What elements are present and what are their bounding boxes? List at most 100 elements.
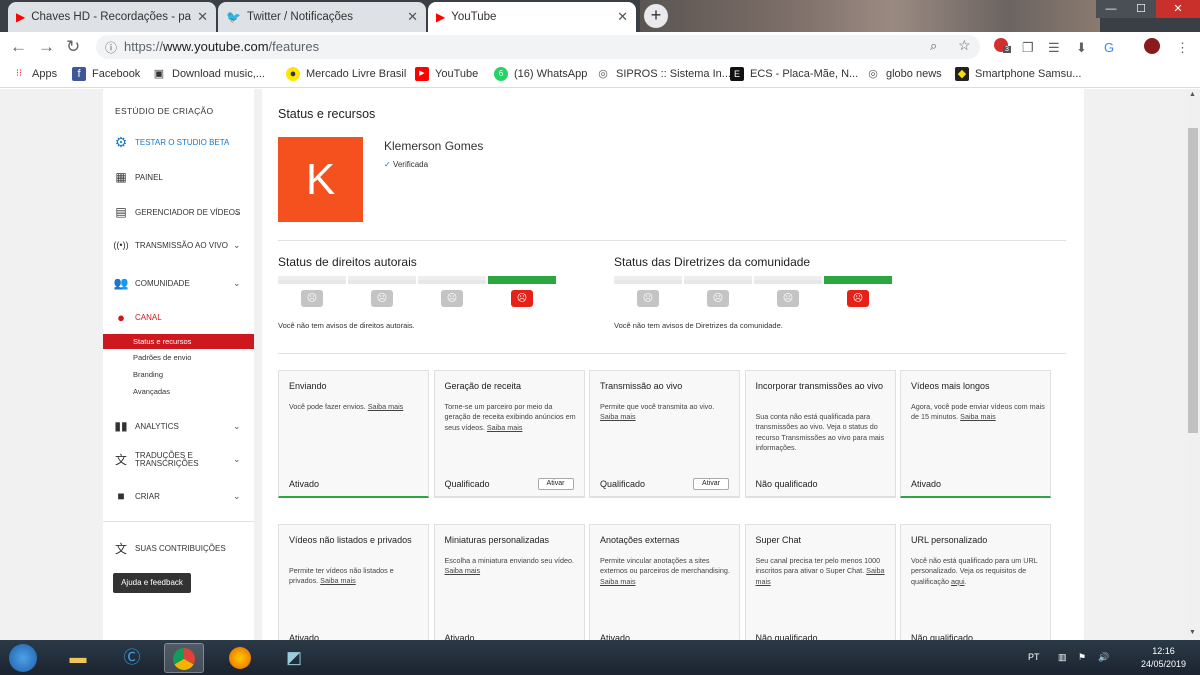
tab-youtube[interactable]: ▶ YouTube ✕ xyxy=(428,2,636,32)
sidebar-item-create[interactable]: ■ CRIAR ⌄ xyxy=(113,489,253,503)
dashboard-icon: ▦ xyxy=(115,170,127,184)
tab-chaves[interactable]: ▶ Chaves HD - Recordações - parte ✕ xyxy=(8,2,216,32)
activate-button[interactable]: Ativar xyxy=(693,478,729,490)
sidebar-item-contributions[interactable]: 文 SUAS CONTRIBUIÇÕES xyxy=(113,540,226,557)
menu-kebab-icon[interactable]: ⋮ xyxy=(1176,40,1189,56)
bookmark-item[interactable]: f Facebook xyxy=(72,67,140,81)
help-feedback-button[interactable]: Ajuda e feedback xyxy=(113,573,191,593)
feature-card: Transmissão ao vivo Permite que você tran… xyxy=(589,370,740,498)
strike-meter-segment xyxy=(418,276,486,284)
bookmark-label: Smartphone Samsu... xyxy=(975,68,1082,80)
sidebar-item-translations[interactable]: 文 TRADUÇÕES E TRANSCRIÇÕES ⌄ xyxy=(113,451,253,468)
learn-more-link[interactable]: Saiba mais xyxy=(368,402,404,411)
check-icon: ✓ xyxy=(384,160,391,169)
minimize-button[interactable]: — xyxy=(1096,0,1126,18)
scroll-down-icon[interactable]: ▼ xyxy=(1189,629,1196,636)
sidebar-subitem-upload-defaults[interactable]: Padrões de envio xyxy=(103,350,254,365)
back-arrow-icon[interactable]: ← xyxy=(10,37,27,57)
learn-more-link[interactable]: Saiba mais xyxy=(487,423,523,432)
sidebar-subitem-status[interactable]: Status e recursos xyxy=(103,334,254,349)
chrome-taskbar-button[interactable] xyxy=(164,643,204,673)
bookmark-item[interactable]: ◎ SIPROS :: Sistema In... xyxy=(596,67,731,81)
scrollbar-thumb[interactable] xyxy=(1188,128,1198,433)
network-icon[interactable]: ▥ xyxy=(1058,652,1067,663)
page-viewport: ESTÚDIO DE CRIAÇÃO ⚙ TESTAR O STUDIO BET… xyxy=(0,89,1186,640)
bookmark-item[interactable]: ● Mercado Livre Brasil xyxy=(286,67,406,81)
strike-meter-segment xyxy=(488,276,556,284)
feature-card: Vídeos mais longos Agora, você pode envia… xyxy=(900,370,1051,498)
sidebar-item-community[interactable]: 👥 COMUNIDADE ⌄ xyxy=(113,276,253,290)
contributions-icon: 文 xyxy=(114,542,127,556)
sidebar-item-analytics[interactable]: ▮▮ ANALYTICS ⌄ xyxy=(113,419,253,433)
zoom-icon[interactable]: ⌕ xyxy=(930,38,937,54)
info-icon[interactable]: ⓘ xyxy=(105,39,117,56)
sidebar-item-live[interactable]: ((•)) TRANSMISSÃO AO VIVO ⌄ xyxy=(113,240,253,251)
sidebar-item-video-manager[interactable]: ▤ GERENCIADOR DE VÍDEOS ⌄ xyxy=(113,205,253,219)
profile-avatar[interactable] xyxy=(1144,38,1160,54)
sidebar-item-canal[interactable]: ● CANAL xyxy=(113,310,253,325)
copy-icon[interactable]: ❐ xyxy=(1022,40,1034,56)
bookmark-item[interactable]: ◎ globo news xyxy=(866,67,942,81)
sidebar-subitem-branding[interactable]: Branding xyxy=(103,367,254,382)
bookmark-item[interactable]: ▣ Download music,... xyxy=(152,67,265,81)
app-taskbar-button[interactable]: ◩ xyxy=(274,643,314,673)
channel-name: Klemerson Gomes xyxy=(384,139,484,153)
analytics-icon: ▮▮ xyxy=(114,419,128,433)
reload-icon[interactable]: ↻ xyxy=(66,37,80,57)
bookmark-item[interactable]: ▶ YouTube xyxy=(415,67,478,81)
learn-more-link[interactable]: Saiba mais xyxy=(445,566,481,575)
address-bar[interactable]: ⓘ https://www.youtube.com/features ⌕ ☆ xyxy=(96,35,980,59)
forward-arrow-icon[interactable]: → xyxy=(38,37,55,57)
sidebar-subitem-advanced[interactable]: Avançadas xyxy=(103,384,254,399)
learn-more-link[interactable]: Saiba mais xyxy=(960,412,996,421)
verified-label: Verificada xyxy=(392,160,429,169)
avatar[interactable]: K xyxy=(278,137,363,222)
bookmark-item[interactable]: ◆ Smartphone Samsu... xyxy=(955,67,1081,81)
close-icon[interactable]: ✕ xyxy=(197,9,208,25)
feature-status: Ativado xyxy=(911,479,942,489)
close-icon[interactable]: ✕ xyxy=(407,9,418,25)
bookmark-item[interactable]: E ECS - Placa-Mãe, N... xyxy=(730,67,858,81)
maximize-button[interactable]: ☐ xyxy=(1126,0,1156,18)
bookmark-item[interactable]: ⁝⁝ Apps xyxy=(12,67,57,81)
settings-sliders-icon[interactable]: ☰ xyxy=(1048,40,1060,56)
volume-icon[interactable]: 🔊 xyxy=(1098,652,1109,663)
download-icon[interactable]: ⬇ xyxy=(1076,40,1087,56)
bookmark-label: globo news xyxy=(886,68,942,80)
clock-date: 24/05/2019 xyxy=(1140,659,1186,669)
globe-icon: ◎ xyxy=(868,68,878,80)
tab-twitter[interactable]: 🐦 Twitter / Notificações ✕ xyxy=(218,2,426,32)
learn-more-link[interactable]: Saiba mais xyxy=(320,576,356,585)
status-face-active-icon: ☹ xyxy=(847,290,869,307)
feature-title: Vídeos não listados e privados xyxy=(289,535,412,545)
url-text[interactable]: https://www.youtube.com/features xyxy=(124,39,319,54)
scroll-up-icon[interactable]: ▲ xyxy=(1189,91,1196,98)
activate-button[interactable]: Ativar xyxy=(537,478,574,490)
language-indicator[interactable]: PT xyxy=(1028,652,1040,662)
learn-more-link[interactable]: Saiba mais xyxy=(600,577,636,586)
bookmark-star-icon[interactable]: ☆ xyxy=(958,37,971,54)
video-manager-icon: ▤ xyxy=(115,205,127,219)
firefox-taskbar-button[interactable] xyxy=(220,643,260,673)
start-button[interactable] xyxy=(4,643,42,673)
chrome-icon xyxy=(173,648,195,670)
translate-extension-icon[interactable]: G xyxy=(1104,40,1114,55)
file-explorer-taskbar-button[interactable]: ▬ xyxy=(58,643,98,673)
bookmark-item[interactable]: 6 (16) WhatsApp xyxy=(494,67,587,81)
feature-description-text: Você pode fazer envios. xyxy=(289,402,366,411)
close-window-button[interactable]: ✕ xyxy=(1156,0,1200,18)
copyright-status-note: Você não tem avisos de direitos autorais… xyxy=(278,321,415,330)
sidebar-item-beta[interactable]: ⚙ TESTAR O STUDIO BETA xyxy=(113,134,230,151)
new-tab-button[interactable]: + xyxy=(644,4,668,28)
bookmark-label: (16) WhatsApp xyxy=(514,68,588,80)
sidebar-divider xyxy=(103,521,254,522)
learn-more-link[interactable]: Saiba mais xyxy=(600,412,636,421)
strike-meter-segment xyxy=(278,276,346,284)
ccleaner-taskbar-button[interactable]: Ⓒ xyxy=(112,643,152,673)
flag-icon[interactable]: ⚑ xyxy=(1078,652,1086,663)
learn-more-link[interactable]: aqui xyxy=(951,577,965,586)
feature-status: Não qualificado xyxy=(755,479,818,489)
sidebar-item-painel[interactable]: ▦ PAINEL xyxy=(113,170,163,184)
close-icon[interactable]: ✕ xyxy=(617,9,628,25)
system-clock[interactable]: 12:16 24/05/2019 xyxy=(1141,645,1186,671)
